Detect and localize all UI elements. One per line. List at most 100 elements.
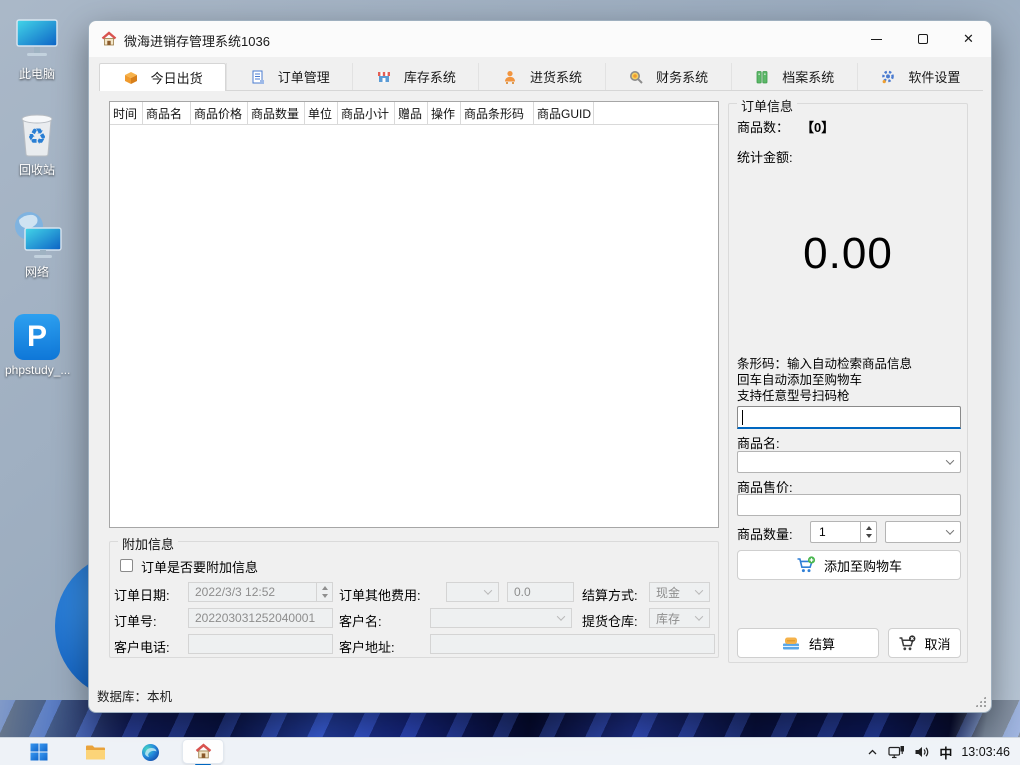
total-amount: 0.00 — [729, 229, 967, 279]
cart-table-header: 时间 商品名 商品价格 商品数量 单位 商品小计 赠品 操作 商品条形码 商品G… — [110, 102, 718, 125]
edge-icon — [141, 743, 160, 762]
col-unit[interactable]: 单位 — [305, 102, 338, 124]
store-icon — [376, 69, 392, 85]
desktop-icon-phpstudy[interactable]: P phpstudy_... — [5, 310, 69, 377]
customer-phone-input[interactable] — [188, 634, 333, 654]
barcode-hint-2: 回车自动添加至购物车 — [737, 372, 862, 388]
order-doc-icon — [250, 69, 266, 85]
tab-bar: 今日出货 订单管理 库存系统 — [99, 63, 983, 91]
title-bar: 微海进销存管理系统1036 ✕ — [89, 21, 991, 57]
archive-books-icon — [754, 69, 770, 85]
extra-info-checkbox[interactable] — [120, 559, 133, 572]
add-to-cart-button[interactable]: 添加至购物车 — [737, 550, 961, 580]
product-name-dropdown[interactable] — [737, 451, 961, 473]
folder-icon — [85, 744, 106, 761]
desktop-icon-network[interactable]: 网络 — [5, 210, 69, 280]
customer-name-dropdown[interactable] — [430, 608, 572, 628]
app-window: 微海进销存管理系统1036 ✕ 今日出货 订单管理 — [88, 20, 992, 713]
taskbar: 中 13:03:46 — [0, 737, 1020, 765]
edge-browser-button[interactable] — [139, 741, 161, 763]
windows-logo-icon — [30, 743, 48, 761]
start-button[interactable] — [28, 741, 50, 763]
col-price[interactable]: 商品价格 — [191, 102, 248, 124]
chevron-down-icon — [484, 586, 492, 594]
tab-order-management[interactable]: 订单管理 — [226, 63, 352, 90]
col-subtotal[interactable]: 商品小计 — [338, 102, 395, 124]
resize-grip[interactable] — [975, 696, 986, 707]
tab-archive-system[interactable]: 档案系统 — [731, 63, 857, 90]
chevron-down-icon — [946, 456, 954, 464]
recycle-bin-icon: ♻ — [5, 108, 69, 158]
minimize-button[interactable] — [854, 21, 899, 57]
maximize-button[interactable] — [900, 21, 945, 57]
checkout-button[interactable]: 结算 — [737, 628, 879, 658]
col-gift[interactable]: 赠品 — [395, 102, 428, 124]
barcode-hint-1: 条形码：输入自动检索商品信息 — [737, 356, 912, 372]
desktop-icon-label: 此电脑 — [5, 65, 69, 82]
system-tray: 中 13:03:46 — [866, 738, 1020, 765]
tab-today-shipment[interactable]: 今日出货 — [99, 63, 226, 91]
barcode-input[interactable] — [737, 406, 961, 429]
date-spinner[interactable] — [316, 583, 332, 601]
warehouse-dropdown[interactable]: 库存 — [649, 608, 710, 628]
close-button[interactable]: ✕ — [946, 21, 991, 57]
svg-text:♻: ♻ — [27, 124, 47, 149]
payment-method-dropdown[interactable]: 现金 — [649, 582, 710, 602]
col-product-name[interactable]: 商品名 — [143, 102, 191, 124]
col-quantity[interactable]: 商品数量 — [248, 102, 305, 124]
tab-label: 库存系统 — [404, 67, 456, 86]
speaker-icon[interactable] — [914, 745, 930, 759]
customer-address-input[interactable] — [430, 634, 715, 654]
tab-inventory-system[interactable]: 库存系统 — [352, 63, 478, 90]
barcode-hint-3: 支持任意型号扫码枪 — [737, 388, 850, 404]
tab-label: 今日出货 — [151, 68, 203, 87]
product-name-label: 商品名: — [737, 433, 780, 452]
purchase-person-icon — [502, 69, 518, 85]
cart-cancel-icon — [898, 635, 916, 652]
desktop: 此电脑 ♻ 回收站 网络 P phpstudy_... — [0, 0, 1020, 765]
cancel-button[interactable]: 取消 — [888, 628, 961, 658]
minimize-icon — [871, 39, 882, 40]
app-home-icon — [195, 743, 212, 760]
quantity-stepper[interactable]: 1 — [810, 521, 877, 543]
tab-label: 进货系统 — [530, 67, 582, 86]
package-icon — [123, 70, 139, 86]
tab-label: 财务系统 — [656, 67, 708, 86]
app-home-icon — [101, 31, 117, 47]
desktop-icon-label: phpstudy_... — [5, 363, 69, 377]
network-icon[interactable] — [888, 745, 905, 760]
chevron-down-icon — [695, 586, 703, 594]
file-explorer-button[interactable] — [84, 741, 106, 763]
quantity-spinner-arrows[interactable] — [860, 522, 876, 542]
item-count-value: 【0】 — [801, 117, 834, 136]
warehouse-label: 提货仓库: — [582, 611, 638, 630]
tray-chevron-up-icon[interactable] — [866, 746, 879, 759]
order-date-field[interactable]: 2022/3/3 12:52 — [188, 582, 333, 602]
desktop-icon-this-pc[interactable]: 此电脑 — [5, 12, 69, 82]
order-no-field[interactable]: 202203031252040001 — [188, 608, 333, 628]
close-icon: ✕ — [963, 31, 974, 47]
tab-finance-system[interactable]: 财务系统 — [605, 63, 731, 90]
order-info-group: 订单信息 商品数： 【0】 统计金额: 0.00 条形码：输入自动检索商品信息 … — [728, 103, 968, 663]
extra-info-group: 附加信息 订单是否要附加信息 订单日期: 2022/3/3 12:52 订单其他… — [109, 541, 719, 658]
col-action[interactable]: 操作 — [428, 102, 461, 124]
phpstudy-icon: P — [14, 314, 60, 360]
customer-address-label: 客户地址: — [339, 637, 395, 656]
desktop-icon-recycle-bin[interactable]: ♻ 回收站 — [5, 108, 69, 178]
tab-software-settings[interactable]: 软件设置 — [857, 63, 983, 90]
col-barcode[interactable]: 商品条形码 — [461, 102, 534, 124]
other-fee-input[interactable]: 0.0 — [507, 582, 574, 602]
other-fee-dropdown[interactable] — [446, 582, 499, 602]
unit-dropdown[interactable] — [885, 521, 961, 543]
network-icon — [5, 210, 69, 260]
col-time[interactable]: 时间 — [110, 102, 143, 124]
taskbar-clock[interactable]: 13:03:46 — [961, 745, 1010, 759]
tab-purchase-system[interactable]: 进货系统 — [478, 63, 604, 90]
ime-indicator[interactable]: 中 — [939, 743, 952, 762]
taskbar-app-button[interactable] — [182, 739, 224, 764]
quantity-label: 商品数量: — [737, 524, 793, 543]
product-price-input[interactable] — [737, 494, 961, 516]
col-guid[interactable]: 商品GUID — [534, 102, 594, 124]
cart-table[interactable]: 时间 商品名 商品价格 商品数量 单位 商品小计 赠品 操作 商品条形码 商品G… — [109, 101, 719, 528]
desktop-icon-label: 网络 — [5, 263, 69, 280]
